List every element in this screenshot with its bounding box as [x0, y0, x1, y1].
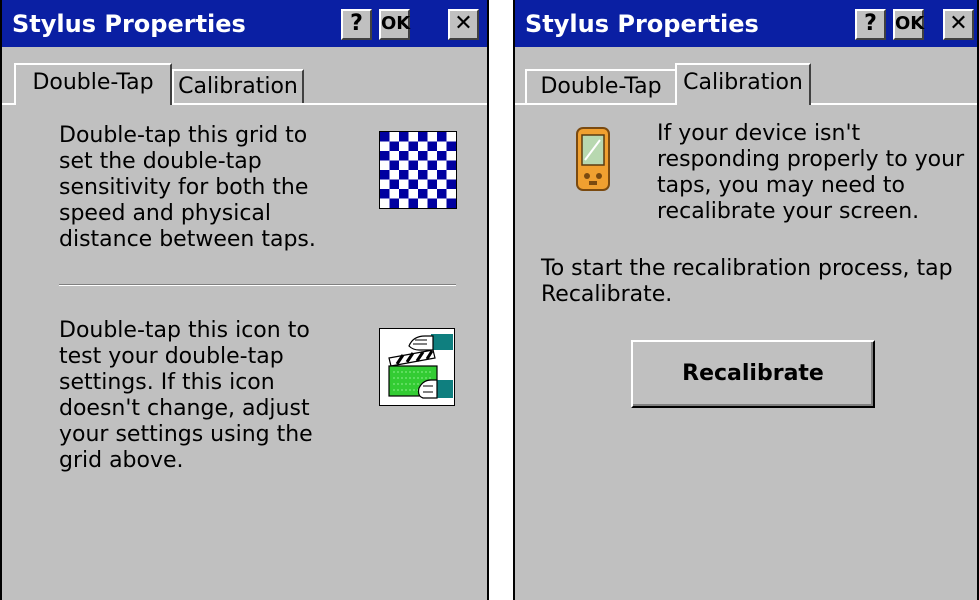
calibration-instructions: To start the recalibration process, tap … — [541, 256, 953, 307]
ok-button[interactable]: OK — [379, 9, 410, 40]
recalibrate-button[interactable]: Recalibrate — [631, 340, 875, 408]
ok-button[interactable]: OK — [893, 9, 924, 40]
calibration-intro: If your device isn't responding properly… — [657, 121, 965, 224]
tab-double-tap[interactable]: Double-Tap — [14, 63, 172, 105]
checkerboard-grid-icon[interactable] — [379, 131, 457, 209]
pda-device-icon — [576, 127, 610, 191]
test-description: Double-tap this icon to test your double… — [59, 318, 313, 473]
double-tap-test-icon[interactable] — [379, 328, 455, 406]
stylus-properties-window-calibration: Stylus Properties ? OK ✕ Double-Tap Cali… — [513, 0, 979, 600]
tab-strip: Double-Tap Calibration — [515, 47, 977, 105]
title-bar: Stylus Properties ? OK ✕ — [2, 0, 487, 47]
stylus-properties-window-double-tap: Stylus Properties ? OK ✕ Double-Tap Cali… — [0, 0, 489, 600]
close-button[interactable]: ✕ — [943, 9, 974, 40]
tab-calibration[interactable]: Calibration — [172, 69, 304, 103]
tab-calibration[interactable]: Calibration — [675, 63, 811, 105]
window-title: Stylus Properties — [525, 10, 759, 38]
help-button[interactable]: ? — [855, 9, 886, 40]
title-bar: Stylus Properties ? OK ✕ — [515, 0, 977, 47]
grid-description: Double-tap this grid to set the double-t… — [59, 123, 316, 252]
window-title: Stylus Properties — [12, 10, 246, 38]
tab-strip: Double-Tap Calibration — [2, 47, 487, 105]
help-button[interactable]: ? — [341, 9, 372, 40]
tab-double-tap[interactable]: Double-Tap — [525, 69, 677, 103]
close-button[interactable]: ✕ — [448, 9, 479, 40]
